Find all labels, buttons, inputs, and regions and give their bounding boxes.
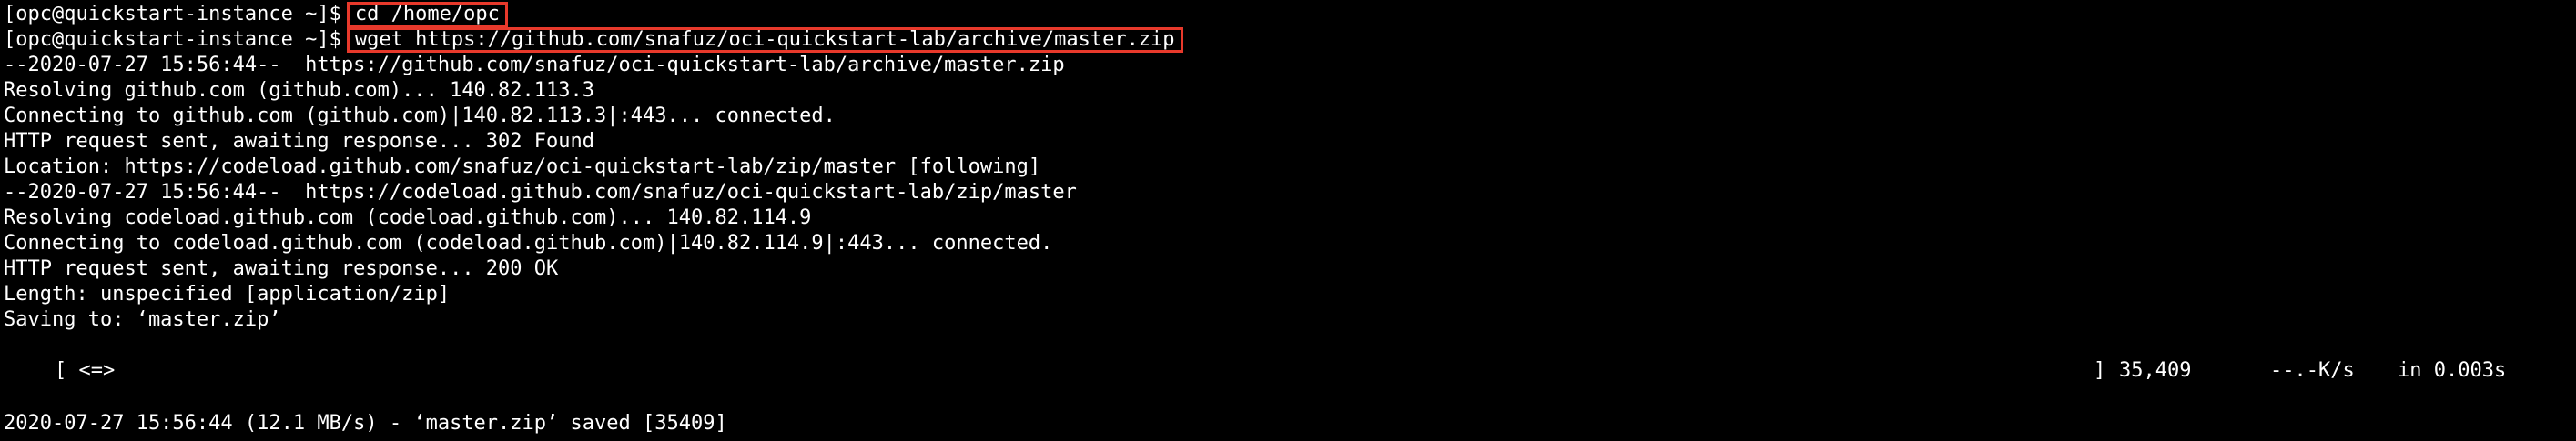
output-line: Length: unspecified [application/zip]: [4, 283, 451, 306]
output-line: Resolving github.com (github.com)... 140…: [4, 79, 595, 102]
output-line: HTTP request sent, awaiting response... …: [4, 257, 559, 280]
shell-prompt: [opc@quickstart-instance ~]$: [4, 28, 341, 51]
progress-bar-start: [ <=>: [55, 359, 116, 382]
highlighted-command-wget: wget https://github.com/snafuz/oci-quick…: [346, 27, 1183, 53]
highlighted-command-cd: cd /home/opc: [346, 2, 508, 27]
download-complete-line: 2020-07-27 15:56:44 (12.1 MB/s) - ‘maste…: [4, 412, 727, 435]
output-line: Saving to: ‘master.zip’: [4, 308, 281, 331]
output-line: --2020-07-27 15:56:44-- https://codeload…: [4, 181, 1077, 204]
output-line: Connecting to codeload.github.com (codel…: [4, 232, 1053, 255]
output-line: Resolving codeload.github.com (codeload.…: [4, 206, 812, 229]
command-line-cd: [opc@quickstart-instance ~]$ cd /home/op…: [4, 2, 508, 27]
progress-rate: --.-K/s: [2270, 359, 2355, 382]
progress-bytes: 35,409: [2119, 359, 2192, 382]
output-line: Location: https://codeload.github.com/sn…: [4, 155, 1041, 178]
output-line: HTTP request sent, awaiting response... …: [4, 130, 595, 153]
output-line: Connecting to github.com (github.com)|14…: [4, 105, 836, 127]
output-line: --2020-07-27 15:56:44-- https://github.c…: [4, 54, 1065, 76]
shell-prompt: [opc@quickstart-instance ~]$: [4, 3, 341, 25]
progress-elapsed: in 0.003s: [2398, 359, 2507, 382]
terminal-window[interactable]: [opc@quickstart-instance ~]$ cd /home/op…: [0, 0, 2576, 441]
progress-bar-end: ]: [2094, 359, 2106, 382]
command-line-wget: [opc@quickstart-instance ~]$ wget https:…: [4, 27, 1183, 53]
